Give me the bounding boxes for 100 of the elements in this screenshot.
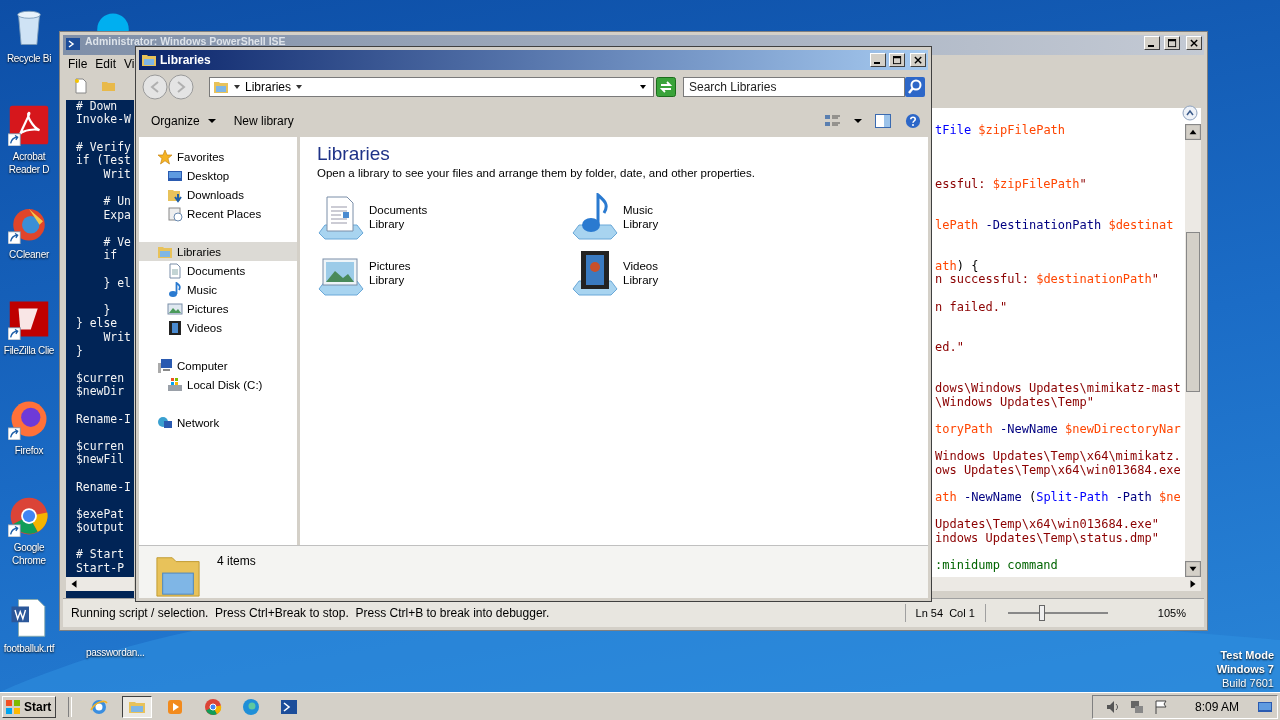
caret-icon[interactable]: [295, 83, 304, 91]
film-icon: [167, 319, 183, 336]
nav-item[interactable]: Libraries: [139, 242, 297, 261]
vertical-scrollbar[interactable]: [1185, 123, 1201, 578]
code-line: } else: [76, 316, 118, 331]
taskbar-button[interactable]: [122, 695, 153, 718]
search-field[interactable]: Search Libraries: [683, 77, 905, 97]
preview-pane-icon[interactable]: [874, 112, 892, 129]
library-tile[interactable]: Documents Library: [317, 193, 571, 241]
close-icon: [1189, 38, 1199, 48]
code-line: tFile $zipFilePath: [935, 123, 1066, 137]
scroll-left-icon[interactable]: [69, 579, 79, 590]
search-button[interactable]: [905, 77, 925, 97]
caret-icon[interactable]: [233, 83, 241, 91]
item-count: 4 items: [217, 554, 256, 568]
start-logo-icon: [5, 698, 21, 715]
library-name: Pictures Library: [369, 259, 411, 287]
terminal-icon: [65, 36, 81, 52]
cursor-position: Ln 54 Col 1: [915, 607, 975, 619]
maximize-icon: [892, 55, 902, 65]
disk-drive-icon: [167, 376, 183, 393]
picture-icon: [167, 300, 183, 317]
organize-menu-button[interactable]: Organize: [145, 109, 222, 132]
menu-item[interactable]: Edit: [95, 56, 117, 71]
icon-label: footballuk.rtf: [3, 642, 55, 655]
code-line: dows\Windows Updates\mimikatz-mast: [935, 381, 1181, 396]
media-player-icon: [166, 697, 185, 716]
command-button[interactable]: New library: [227, 109, 300, 132]
nav-item[interactable]: Recent Places: [139, 204, 297, 223]
code-line: $newDir: [76, 384, 124, 399]
library-name: Music Library: [623, 203, 659, 231]
minimize-button[interactable]: [1144, 36, 1160, 50]
code-line: $curren: [76, 438, 124, 453]
close-button[interactable]: [1186, 36, 1202, 50]
nav-item[interactable]: Desktop: [139, 166, 297, 185]
dropdown-icon[interactable]: [639, 83, 647, 91]
window-title: Libraries: [160, 53, 211, 67]
code-line: if: [102, 248, 118, 263]
code-line: Rename-I: [76, 479, 131, 494]
library-tile[interactable]: Pictures Library: [317, 249, 571, 297]
window-title: Administrator: Windows PowerShell ISE: [85, 36, 286, 47]
scroll-up-icon[interactable]: [1185, 123, 1201, 140]
watermark-text: Test Mode: [1220, 648, 1274, 662]
icon-label: Recycle Bi: [6, 52, 52, 65]
nav-item[interactable]: Music: [139, 280, 297, 299]
nav-item[interactable]: Documents: [139, 261, 297, 280]
scroll-thumb[interactable]: [1186, 231, 1200, 392]
library-name: Documents Library: [369, 203, 428, 231]
address-crumb[interactable]: Libraries: [245, 80, 292, 94]
clock[interactable]: 8:09 AM: [1194, 699, 1239, 714]
code-line: ath) {: [935, 258, 979, 273]
watermark-text: Build 7601: [1222, 676, 1274, 690]
code-line: } el: [102, 275, 131, 290]
code-line: lePath -DestinationPath $destinat: [935, 218, 1174, 233]
code-line: n successful: $destinationPath": [935, 272, 1159, 287]
minimize-button[interactable]: [870, 53, 886, 67]
horizontal-scrollbar[interactable]: [66, 577, 134, 592]
nav-item[interactable]: Network: [139, 413, 297, 432]
slider-thumb[interactable]: [1038, 605, 1045, 621]
flag-icon[interactable]: [1152, 698, 1169, 715]
icon-label: Google Chrome: [11, 541, 47, 567]
zoom-level: 105%: [1157, 607, 1186, 619]
collapse-icon[interactable]: [1182, 104, 1198, 121]
nav-item[interactable]: Pictures: [139, 299, 297, 318]
caret-icon[interactable]: [854, 116, 862, 125]
view-options-icon[interactable]: [824, 112, 842, 129]
nav-item[interactable]: Downloads: [139, 185, 297, 204]
start-button[interactable]: Start: [2, 695, 57, 718]
library-folder-icon: [213, 79, 229, 95]
library-tile[interactable]: Music Library: [571, 193, 825, 241]
nav-item[interactable]: Videos: [139, 318, 297, 337]
nav-item[interactable]: Favorites: [139, 147, 297, 166]
refresh-button[interactable]: [656, 77, 676, 97]
code-line: $exePat: [76, 506, 124, 521]
library-tile[interactable]: Videos Library: [571, 249, 825, 297]
icon-label: passwordan...: [86, 646, 144, 659]
pdf-app-icon[interactable]: [8, 104, 50, 146]
maximize-button[interactable]: [1164, 36, 1180, 50]
scroll-down-icon[interactable]: [1185, 561, 1201, 578]
menu-item[interactable]: File: [68, 56, 88, 71]
computer-icon: [157, 357, 173, 374]
maximize-button[interactable]: [889, 53, 905, 67]
caret-icon: [207, 116, 216, 125]
nav-item[interactable]: Local Disk (C:): [139, 375, 297, 394]
code-line: Writ: [102, 166, 131, 181]
library-folder-icon: [141, 52, 157, 68]
network-icon[interactable]: [1128, 698, 1145, 715]
menu-item[interactable]: Vi: [124, 56, 135, 71]
watermark-text: Windows 7: [1216, 662, 1274, 676]
nav-item[interactable]: Computer: [139, 356, 297, 375]
document-icon: [317, 193, 365, 241]
document-icon: [167, 262, 183, 279]
address-bar[interactable]: Libraries: [209, 77, 654, 97]
close-button[interactable]: [910, 53, 926, 67]
help-icon[interactable]: [904, 112, 922, 129]
scroll-right-icon[interactable]: [1188, 579, 1198, 590]
browser-icon[interactable]: [8, 495, 50, 537]
terminal-icon: [280, 697, 299, 716]
code-line: # Ve: [102, 234, 131, 249]
code-line: toryPath -NewName $newDirectoryNar: [935, 421, 1181, 436]
